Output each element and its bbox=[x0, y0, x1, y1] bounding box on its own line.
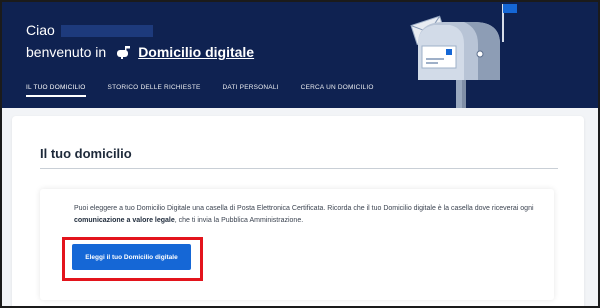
welcome-line: benvenuto in Domicilio digitale bbox=[26, 43, 254, 61]
tab-storico-richieste[interactable]: STORICO DELLE RICHIESTE bbox=[108, 84, 201, 97]
mailbox-icon bbox=[116, 45, 132, 59]
header-banner: Ciao benvenuto in Domicilio digitale IL … bbox=[2, 2, 598, 108]
elect-domicile-button[interactable]: Eleggi il tuo Domicilio digitale bbox=[72, 244, 191, 270]
domicile-description: Puoi eleggere a tuo Domicilio Digitale u… bbox=[74, 203, 534, 227]
domicile-card: Il tuo domicilio Puoi eleggere a tuo Dom… bbox=[12, 116, 584, 306]
page-frame: Ciao benvenuto in Domicilio digitale IL … bbox=[0, 0, 600, 308]
mailbox-illustration bbox=[406, 2, 566, 113]
card-title: Il tuo domicilio bbox=[40, 146, 132, 161]
main-tabs: IL TUO DOMICILIO STORICO DELLE RICHIESTE… bbox=[26, 84, 396, 97]
domicile-info-box: Puoi eleggere a tuo Domicilio Digitale u… bbox=[40, 189, 554, 300]
tab-dati-personali[interactable]: DATI PERSONALI bbox=[223, 84, 279, 97]
welcome-prefix: benvenuto in bbox=[26, 44, 107, 60]
brand-link[interactable]: Domicilio digitale bbox=[138, 43, 254, 61]
greeting: Ciao bbox=[26, 22, 153, 38]
greeting-text: Ciao bbox=[26, 22, 55, 38]
title-divider bbox=[40, 168, 558, 169]
description-part1: Puoi eleggere a tuo Domicilio Digitale u… bbox=[74, 205, 534, 212]
tab-cerca-domicilio[interactable]: CERCA UN DOMICILIO bbox=[301, 84, 374, 97]
tab-il-tuo-domicilio[interactable]: IL TUO DOMICILIO bbox=[26, 84, 86, 97]
description-bold: comunicazione a valore legale bbox=[74, 217, 175, 224]
description-part2: , che ti invia la Pubblica Amministrazio… bbox=[174, 217, 304, 224]
masked-username bbox=[60, 25, 153, 38]
